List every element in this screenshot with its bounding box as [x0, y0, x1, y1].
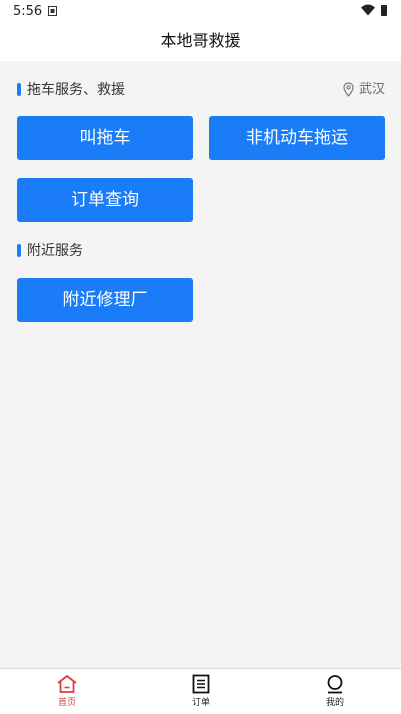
tab-profile[interactable]: 我的 [268, 669, 401, 714]
order-list-icon [192, 674, 210, 694]
section-nearby-title: 附近服务 [27, 243, 83, 259]
tab-orders-label: 订单 [191, 698, 210, 708]
page-title: 本地哥救援 [0, 24, 401, 61]
order-query-button[interactable]: 订单查询 [17, 178, 193, 222]
call-tow-button[interactable]: 叫拖车 [17, 116, 193, 160]
tab-home[interactable]: 首页 [0, 669, 134, 714]
bottom-tab-bar: 首页 订单 我的 [0, 668, 401, 714]
wifi-icon [361, 4, 375, 16]
home-icon [57, 675, 77, 693]
nearby-repair-button[interactable]: 附近修理厂 [17, 278, 193, 322]
sim-card-icon [48, 6, 57, 16]
nonmotor-tow-button[interactable]: 非机动车拖运 [209, 116, 385, 160]
status-bar: 5:56 [0, 0, 401, 24]
section-tow-title: 拖车服务、救援 [27, 82, 125, 98]
section-tow-header: 拖车服务、救援 武汉 [17, 80, 385, 100]
location-pin-icon [343, 82, 354, 97]
tab-profile-label: 我的 [325, 698, 344, 708]
location-selector[interactable]: 武汉 [343, 80, 385, 100]
location-text: 武汉 [358, 82, 385, 97]
status-time: 5:56 [13, 4, 43, 19]
section-nearby-header: 附近服务 [17, 241, 385, 261]
profile-icon [327, 675, 343, 694]
tab-home-label: 首页 [57, 698, 76, 708]
section-accent-bar [17, 244, 21, 257]
section-accent-bar [17, 83, 21, 96]
battery-icon [381, 5, 387, 16]
tab-orders[interactable]: 订单 [134, 669, 268, 714]
